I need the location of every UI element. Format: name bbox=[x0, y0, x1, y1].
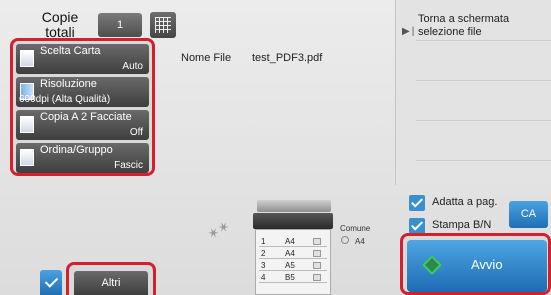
keypad-button[interactable] bbox=[150, 12, 176, 38]
pane-divider bbox=[416, 120, 551, 121]
ca-button[interactable]: CA bbox=[509, 201, 548, 228]
file-name-label: Nome File bbox=[181, 52, 232, 64]
function-keys-group: Scelta Carta Auto Risoluzione 600dpi (Al… bbox=[10, 38, 155, 176]
others-group: Altri bbox=[66, 262, 156, 295]
file-name-value: test_PDF3.pdf bbox=[252, 52, 323, 64]
tray-number: 2 bbox=[261, 249, 266, 258]
tray-4[interactable]: 4 B5 bbox=[259, 272, 327, 283]
fit-to-page-checkbox[interactable] bbox=[409, 195, 425, 211]
staple-icon: ✶✶ bbox=[204, 217, 233, 243]
machine-tray-stack: 1 A4 2 A4 3 A5 4 B5 bbox=[255, 229, 331, 295]
sort-group-value: Fascic bbox=[114, 160, 143, 171]
tray-1[interactable]: 1 A4 bbox=[259, 236, 327, 247]
sort-group-button[interactable]: Ordina/Gruppo Fascic bbox=[16, 143, 149, 173]
duplex-copy-value: Off bbox=[129, 127, 143, 138]
duplex-copy-button[interactable]: Copia A 2 Facciate Off bbox=[16, 110, 149, 140]
pane-divider bbox=[416, 40, 551, 41]
start-icon bbox=[422, 255, 442, 275]
bypass-tray-icon[interactable] bbox=[341, 236, 349, 244]
tray-number: 3 bbox=[261, 261, 266, 270]
fit-to-page-label: Adatta a pag. bbox=[432, 196, 498, 208]
resolution-button[interactable]: Risoluzione 600dpi (Alta Qualità) bbox=[16, 77, 149, 107]
back-to-file-select-link[interactable]: Torna a schermata selezione file bbox=[418, 13, 548, 39]
tray-indicator-icon bbox=[313, 262, 321, 269]
bypass-tray-size: A4 bbox=[355, 237, 365, 246]
tray-number: 4 bbox=[261, 273, 266, 282]
paper-select-label: Scelta Carta bbox=[40, 45, 101, 57]
bw-print-label: Stampa B/N bbox=[432, 219, 492, 231]
tray-2[interactable]: 2 A4 bbox=[259, 248, 327, 259]
start-group: Avvio bbox=[400, 233, 551, 295]
sort-group-label: Ordina/Gruppo bbox=[40, 144, 113, 156]
tray-size: A4 bbox=[285, 237, 295, 246]
copies-label: Copie totali bbox=[41, 10, 79, 37]
back-arrow-icon: ▶ | bbox=[402, 26, 415, 37]
sort-icon bbox=[20, 149, 34, 166]
tray-3[interactable]: 3 A5 bbox=[259, 260, 327, 271]
machine-output-tray bbox=[253, 213, 333, 229]
resolution-label: Risoluzione bbox=[40, 78, 97, 90]
copies-count-field[interactable]: 1 bbox=[98, 13, 142, 37]
duplex-copy-label: Copia A 2 Facciate bbox=[40, 111, 132, 123]
paper-select-button[interactable]: Scelta Carta Auto bbox=[16, 44, 149, 74]
confirm-check-button[interactable] bbox=[40, 270, 62, 295]
tray-size: A5 bbox=[285, 261, 295, 270]
bypass-tray-label: Comune bbox=[340, 224, 371, 233]
start-label: Avvio bbox=[471, 257, 503, 272]
pane-divider bbox=[416, 80, 551, 81]
tray-indicator-icon bbox=[313, 250, 321, 257]
tray-size: B5 bbox=[285, 273, 295, 282]
start-button[interactable]: Avvio bbox=[407, 240, 547, 292]
print-panel: Copie totali 1 Scelta Carta Auto Risoluz… bbox=[0, 0, 551, 295]
tray-indicator-icon bbox=[313, 274, 321, 281]
resolution-value: 600dpi (Alta Qualità) bbox=[19, 94, 111, 105]
duplex-icon bbox=[20, 116, 34, 133]
paper-select-value: Auto bbox=[122, 61, 143, 72]
paper-icon bbox=[20, 50, 34, 67]
machine-scanner bbox=[257, 200, 331, 212]
tray-indicator-icon bbox=[313, 238, 321, 245]
keypad-icon bbox=[155, 17, 171, 33]
bw-print-checkbox[interactable] bbox=[409, 218, 425, 234]
others-button[interactable]: Altri bbox=[74, 271, 148, 295]
tray-number: 1 bbox=[261, 237, 266, 246]
tray-size: A4 bbox=[285, 249, 295, 258]
pane-divider bbox=[416, 160, 551, 161]
